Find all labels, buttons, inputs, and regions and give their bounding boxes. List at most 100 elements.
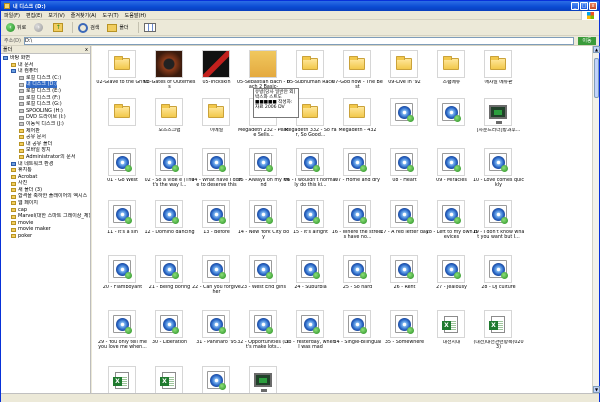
tree-item[interactable]: SPOOLING (H:) xyxy=(1,108,90,115)
forward-button[interactable]: › xyxy=(32,22,47,34)
file-item[interactable]: 10 - Love comes quickly xyxy=(473,146,524,193)
file-item[interactable]: 31 - Paninaro '95 xyxy=(194,308,239,355)
file-item[interactable]: 이메일 xyxy=(194,96,239,143)
tree-item[interactable]: poker xyxy=(1,233,90,240)
menu-favorites[interactable]: 즐겨찾기(A) xyxy=(71,12,97,19)
tree-item[interactable]: 웹 페이지 xyxy=(1,200,90,207)
file-item[interactable]: 22 - Can you forgive her xyxy=(192,253,241,300)
file-item[interactable]: 19 - I don't know what you want but I... xyxy=(473,198,524,245)
file-item[interactable]: 30 - Liberation xyxy=(147,308,192,355)
tree-item[interactable]: movie xyxy=(1,220,90,227)
tree-item[interactable]: Acrobat xyxy=(1,174,90,181)
back-button[interactable]: ‹ 뒤로 xyxy=(4,22,28,34)
file-item[interactable]: 관광종합정_설시표 xyxy=(147,364,192,393)
tree-item[interactable]: 내 문서 xyxy=(1,62,90,69)
file-item[interactable]: 06 - I wouldn't normally do this ki... xyxy=(284,146,337,193)
menu-help[interactable]: 도움말(H) xyxy=(125,12,146,19)
tree-item[interactable]: 내 컴퓨터 xyxy=(1,68,90,75)
file-item[interactable]: 18 - Left to my own devices xyxy=(426,198,477,245)
file-item[interactable]: 29 - You only tell me you love me when..… xyxy=(98,308,147,355)
file-item[interactable]: 15 - It's alright xyxy=(288,198,333,245)
file-item[interactable]: 24 - Suburbia xyxy=(288,253,333,300)
file-item[interactable]: 02-Glave to the Grind xyxy=(96,48,149,95)
tree-item[interactable]: 로컬 디스크 (C:) xyxy=(1,75,90,82)
address-input[interactable]: D:\ xyxy=(23,36,574,45)
file-item[interactable]: 애자일 메뉴판 xyxy=(476,48,521,95)
file-item[interactable]: 14 - New York City boy xyxy=(238,198,289,245)
tree-item[interactable]: 모바일 장치 xyxy=(1,147,90,154)
tree-item[interactable]: Administrator의 문서 xyxy=(1,154,90,161)
file-item[interactable]: Megadeth - 432 xyxy=(335,96,380,143)
file-item[interactable]: 20 - Flamboyant xyxy=(100,253,145,300)
file-item[interactable]: 05 - Always on my mind xyxy=(238,146,289,193)
folders-button[interactable]: 폴더 xyxy=(105,22,130,34)
tree-item[interactable]: 로컬 디스크 (E:) xyxy=(1,88,90,95)
file-item[interactable] xyxy=(429,96,474,143)
file-item[interactable]: 26 - Rent xyxy=(382,253,427,300)
tree-item[interactable]: 내 네트워크 환경 xyxy=(1,161,90,168)
file-item[interactable]: 08 - Heart xyxy=(382,146,427,193)
file-item[interactable]: 03-Gates of Outerness xyxy=(144,48,195,95)
vertical-scrollbar[interactable]: ▲ ▼ xyxy=(592,46,600,393)
file-item[interactable]: 01 - Go West xyxy=(100,146,145,193)
file-item[interactable] xyxy=(194,364,239,393)
tree-item[interactable]: movie maker xyxy=(1,226,90,233)
file-item[interactable]: (대선)대선관련항목(0203) xyxy=(473,308,524,355)
tree-item[interactable]: 제어판 xyxy=(1,128,90,135)
file-item[interactable]: 스팸메뉴 xyxy=(429,48,474,95)
go-button[interactable]: 이동 xyxy=(578,37,596,45)
file-item[interactable]: 21 - Being boring xyxy=(147,253,192,300)
maximize-button[interactable]: □ xyxy=(580,2,588,10)
scroll-down-icon[interactable]: ▼ xyxy=(593,386,600,393)
file-item[interactable] xyxy=(382,96,427,143)
file-item[interactable]: 09-Live in '92 xyxy=(382,48,427,95)
tree-item[interactable]: 이동식 디스크 (J:) xyxy=(1,121,90,128)
file-item[interactable]: 23 - West End girls xyxy=(241,253,286,300)
file-item[interactable]: 17 - A red letter day xyxy=(380,198,429,245)
file-item[interactable]: 28 - DJ culture xyxy=(476,253,521,300)
file-item[interactable]: 16 - Where the streets have no... xyxy=(332,198,383,245)
file-item[interactable] xyxy=(100,96,145,143)
file-item[interactable]: 오즈스크랩 xyxy=(147,96,192,143)
menu-view[interactable]: 보기(V) xyxy=(48,12,65,19)
file-item[interactable]: 05-Trickskin xyxy=(194,48,239,95)
tree-item[interactable]: 사진 xyxy=(1,180,90,187)
close-button[interactable]: x xyxy=(589,2,597,10)
file-item[interactable]: 07-God now - The Best xyxy=(332,48,383,95)
tree-item[interactable]: 합격을 축하한 플래이어의 엑시스 xyxy=(1,193,90,200)
close-pane-icon[interactable]: x xyxy=(85,46,88,54)
search-button[interactable]: 검색 xyxy=(76,22,101,34)
file-item[interactable]: 27 - Jealousy xyxy=(429,253,474,300)
file-item[interactable]: 32 - Opportunities (Let's make lots... xyxy=(237,308,290,355)
scroll-up-icon[interactable]: ▲ xyxy=(593,46,600,53)
tree-item[interactable]: 로컬 디스크 (F:) xyxy=(1,95,90,102)
file-item[interactable]: 25 - So hard xyxy=(335,253,380,300)
file-item[interactable] xyxy=(241,364,286,393)
file-item[interactable]: 11 - It's a sin xyxy=(100,198,145,245)
tree-item[interactable]: 공유 문서 xyxy=(1,134,90,141)
file-item[interactable]: [사운드러너]방과후... xyxy=(476,96,521,143)
file-item[interactable]: 09 - Miracles xyxy=(429,146,474,193)
menu-edit[interactable]: 편집(E) xyxy=(26,12,42,19)
views-button[interactable] xyxy=(142,22,158,34)
file-item[interactable]: 35 - Somewhere xyxy=(382,308,427,355)
file-item[interactable]: 33 - Yesterday, when I was mad xyxy=(285,308,336,355)
file-item[interactable]: 노선번호 xyxy=(100,364,145,393)
tree-item[interactable]: DVD 드라이브 (I:) xyxy=(1,114,90,121)
tree-item[interactable]: 로컬 디스크 (G:) xyxy=(1,101,90,108)
up-button[interactable]: ↑ xyxy=(51,22,65,34)
menu-file[interactable]: 파일(F) xyxy=(4,12,20,19)
file-item[interactable]: 대선시대 xyxy=(429,308,474,355)
tree-item[interactable]: 새 폴더 (3) xyxy=(1,187,90,194)
tree-item[interactable]: cap xyxy=(1,207,90,214)
tree-item[interactable]: 휴지통 xyxy=(1,167,90,174)
tree-item[interactable]: Marvel(대한 스마트 그레이상_체험 xyxy=(1,213,90,220)
file-item[interactable]: 07 - Home and dry xyxy=(335,146,380,193)
tree-item[interactable]: 내 공유 폴더 xyxy=(1,141,90,148)
file-item[interactable]: 13 - Before xyxy=(194,198,239,245)
file-item[interactable]: 12 - Domino dancing xyxy=(144,198,195,245)
minimize-button[interactable]: _ xyxy=(571,2,579,10)
file-item[interactable]: 02 - So a vide e (That's the way I... xyxy=(145,146,194,193)
menu-tools[interactable]: 도구(T) xyxy=(103,12,119,19)
file-item[interactable]: 04 - What have I done to deserve this xyxy=(191,146,242,193)
